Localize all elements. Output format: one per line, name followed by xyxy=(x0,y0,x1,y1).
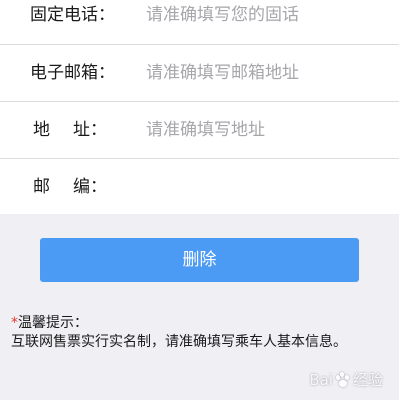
postcode-input[interactable] xyxy=(146,159,386,215)
baidu-jingyan-watermark: Bai 经验 xyxy=(309,369,383,390)
address-label-first-char: 地 xyxy=(33,120,50,140)
contact-form: 固定电话： 电子邮箱： 地 址： 邮 编： xyxy=(0,0,399,215)
postcode-row: 邮 编： xyxy=(0,159,399,215)
email-label: 电子邮箱： xyxy=(30,63,115,83)
landline-row: 固定电话： xyxy=(0,0,399,43)
address-row: 地 址： xyxy=(0,102,399,158)
landline-input[interactable] xyxy=(146,0,386,43)
notice: *温馨提示： 互联网售票实行实名制，请准确填写乘车人基本信息。 xyxy=(11,314,391,352)
required-asterisk: * xyxy=(11,315,18,331)
email-row: 电子邮箱： xyxy=(0,45,399,101)
address-label-second-part: 址： xyxy=(73,120,107,140)
delete-button[interactable]: 删除 xyxy=(40,238,359,282)
email-input[interactable] xyxy=(146,45,386,101)
postcode-label-second-part: 编： xyxy=(73,177,107,197)
notice-title-text: 温馨提示： xyxy=(18,315,88,331)
paw-icon xyxy=(335,371,351,388)
notice-title: *温馨提示： xyxy=(11,314,391,332)
landline-label: 固定电话： xyxy=(30,5,115,25)
postcode-label-first-char: 邮 xyxy=(33,177,50,197)
address-input[interactable] xyxy=(146,102,386,158)
watermark-text-left: Bai xyxy=(309,370,333,389)
watermark-text-right: 经验 xyxy=(352,371,383,389)
notice-body: 互联网售票实行实名制，请准确填写乘车人基本信息。 xyxy=(11,334,347,350)
